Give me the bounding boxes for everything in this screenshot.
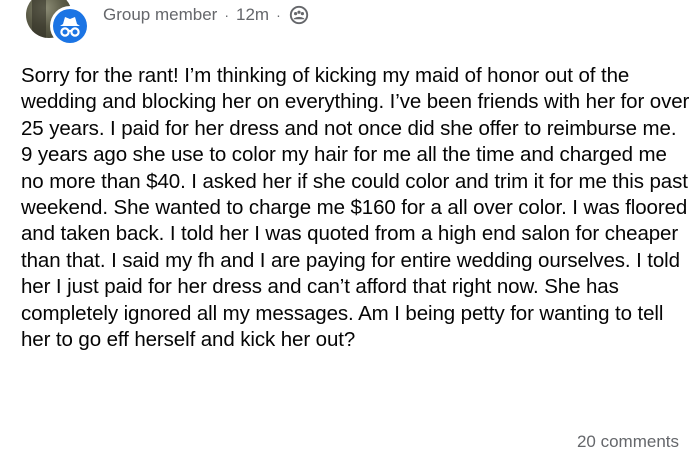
author-label[interactable]: Group member	[103, 5, 217, 25]
meta-separator-2: ·	[276, 7, 281, 23]
avatar-photo-shade	[32, 0, 46, 38]
post-time[interactable]: 12m	[236, 5, 269, 25]
anonymous-badge	[50, 6, 90, 46]
post-header: Group member · 12m ·	[0, 0, 700, 46]
anonymous-incognito-icon	[60, 17, 80, 37]
comments-count-link[interactable]: 20 comments	[577, 432, 679, 452]
post-meta: Group member · 12m ·	[103, 4, 309, 26]
meta-separator: ·	[224, 7, 229, 23]
group-privacy-icon[interactable]	[289, 5, 309, 25]
post-text: Sorry for the rant! I’m thinking of kick…	[21, 64, 690, 352]
